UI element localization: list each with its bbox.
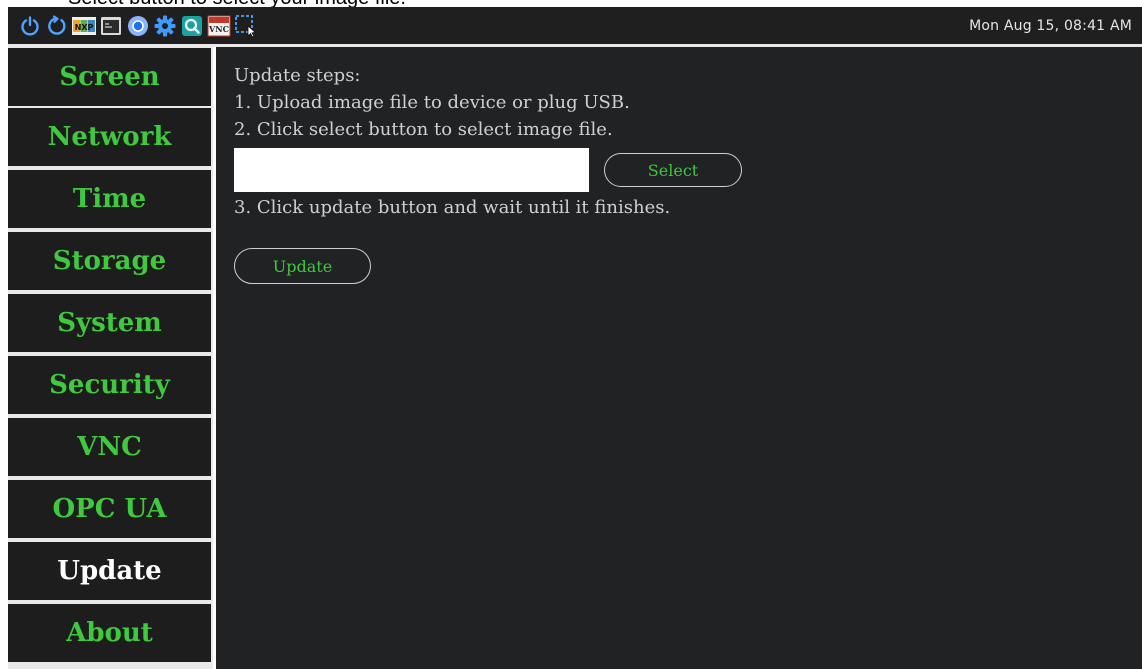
svg-text:NXP: NXP xyxy=(75,23,94,32)
sidebar-item-security[interactable]: Security xyxy=(8,356,211,414)
terminal-icon[interactable] xyxy=(99,14,123,38)
settings-gear-icon[interactable] xyxy=(153,14,177,38)
step-1-text: 1. Upload image file to device or plug U… xyxy=(234,92,630,113)
image-file-path-input[interactable] xyxy=(234,148,589,192)
app-root: Select button to select your image file. xyxy=(0,0,1142,669)
sidebar-item-network[interactable]: Network xyxy=(8,108,211,166)
nxp-logo-icon[interactable]: NXP xyxy=(72,14,96,38)
update-panel: Update steps: 1. Upload image file to de… xyxy=(216,47,1142,669)
sidebar-item-about[interactable]: About xyxy=(8,604,211,662)
screenshot-select-icon[interactable] xyxy=(234,14,258,38)
select-button[interactable]: Select xyxy=(604,153,742,187)
sidebar-item-storage[interactable]: Storage xyxy=(8,232,211,290)
chromium-icon[interactable] xyxy=(126,14,150,38)
taskbar-launchers: NXP VNC xyxy=(8,14,258,38)
sidebar-item-system[interactable]: System xyxy=(8,294,211,352)
step-3-text: 3. Click update button and wait until it… xyxy=(234,197,671,218)
sidebar-item-vnc[interactable]: VNC xyxy=(8,418,211,476)
sidebar: Screen Network Time Storage System Secur… xyxy=(8,47,213,669)
step-2-text: 2. Click select button to select image f… xyxy=(234,119,613,140)
sidebar-item-update[interactable]: Update xyxy=(8,542,211,600)
update-steps-heading: Update steps: xyxy=(234,65,361,86)
update-button[interactable]: Update xyxy=(234,248,371,284)
sidebar-item-time[interactable]: Time xyxy=(8,170,211,228)
power-icon[interactable] xyxy=(18,14,42,38)
vnc-app-icon[interactable]: VNC xyxy=(207,14,231,38)
taskbar: NXP VNC Mon Aug 15, 08:41 AM xyxy=(8,7,1142,44)
svg-text:VNC: VNC xyxy=(208,24,229,34)
search-app-icon[interactable] xyxy=(180,14,204,38)
sidebar-item-opc-ua[interactable]: OPC UA xyxy=(8,480,211,538)
clock: Mon Aug 15, 08:41 AM xyxy=(969,17,1132,34)
restart-icon[interactable] xyxy=(45,14,69,38)
sidebar-item-screen[interactable]: Screen xyxy=(8,48,211,106)
